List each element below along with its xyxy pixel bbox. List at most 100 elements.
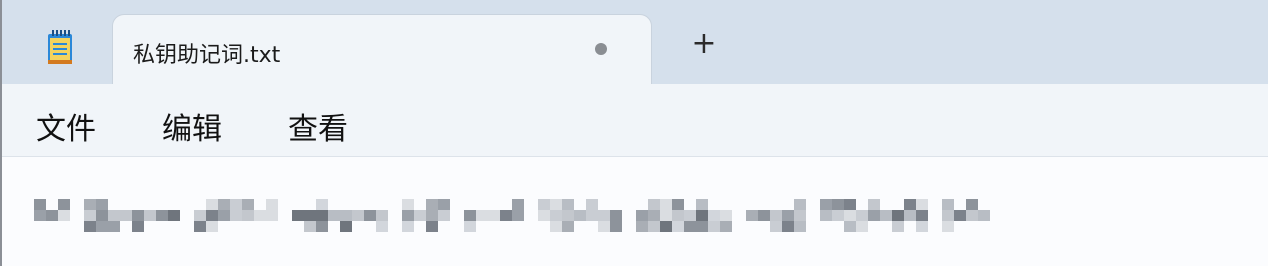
mosaic-pixel <box>46 210 58 221</box>
mosaic-pixel <box>916 199 928 210</box>
mosaic-pixel <box>426 221 438 232</box>
mosaic-pixel <box>108 210 120 221</box>
mosaic-pixel <box>916 221 928 232</box>
mosaic-pixel <box>832 199 844 210</box>
mosaic-pixel <box>488 210 500 221</box>
mosaic-pixel <box>966 199 978 210</box>
mosaic-pixel <box>402 210 414 221</box>
mosaic-pixel <box>954 210 966 221</box>
mosaic-pixel <box>942 221 954 232</box>
mosaic-pixel <box>832 210 844 221</box>
mosaic-pixel <box>782 221 794 232</box>
mosaic-pixel <box>610 221 622 232</box>
mosaic-pixel <box>84 199 96 210</box>
mosaic-pixel <box>132 210 144 221</box>
mosaic-pixel <box>942 199 954 210</box>
mosaic-pixel <box>426 210 438 221</box>
mosaic-pixel <box>562 210 574 221</box>
mosaic-pixel <box>684 210 696 221</box>
mosaic-pixel <box>464 210 476 221</box>
tab-strip: 私钥助记词.txt + <box>2 0 1268 84</box>
mosaic-pixel <box>758 210 770 221</box>
mosaic-pixel <box>856 210 868 221</box>
mosaic-pixel <box>648 221 660 232</box>
mosaic-pixel <box>684 221 696 232</box>
mosaic-pixel <box>550 221 562 232</box>
mosaic-pixel <box>696 199 708 210</box>
mosaic-pixel <box>34 199 46 210</box>
mosaic-pixel <box>868 199 880 210</box>
mosaic-pixel <box>340 221 352 232</box>
text-editor-area[interactable] <box>2 157 1268 266</box>
mosaic-pixel <box>610 210 622 221</box>
mosaic-pixel <box>84 221 96 232</box>
mosaic-pixel <box>978 210 990 221</box>
mosaic-pixel <box>574 210 586 221</box>
notepad-window: 私钥助记词.txt + 文件 编辑 查看 <box>0 0 1268 266</box>
mosaic-pixel <box>820 210 832 221</box>
mosaic-pixel <box>794 199 806 210</box>
mosaic-pixel <box>230 199 242 210</box>
mosaic-pixel <box>206 210 218 221</box>
mosaic-pixel <box>292 210 304 221</box>
mosaic-pixel <box>194 221 206 232</box>
mosaic-pixel <box>586 199 598 210</box>
mosaic-pixel <box>84 210 96 221</box>
mosaic-pixel <box>438 199 450 210</box>
mosaic-pixel <box>672 199 684 210</box>
mosaic-pixel <box>156 210 168 221</box>
mosaic-pixel <box>844 210 856 221</box>
mosaic-pixel <box>438 210 450 221</box>
unsaved-dot-icon[interactable] <box>595 43 607 55</box>
mosaic-pixel <box>648 210 660 221</box>
mosaic-pixel <box>672 210 684 221</box>
mosaic-pixel <box>266 199 278 210</box>
mosaic-pixel <box>820 199 832 210</box>
mosaic-pixel <box>242 210 254 221</box>
mosaic-pixel <box>648 199 660 210</box>
mosaic-pixel <box>316 221 328 232</box>
mosaic-pixel <box>720 221 732 232</box>
mosaic-pixel <box>880 210 892 221</box>
mosaic-pixel <box>328 210 340 221</box>
notepad-app-icon <box>48 30 72 64</box>
mosaic-pixel <box>254 210 266 221</box>
mosaic-pixel <box>696 221 708 232</box>
mosaic-pixel <box>218 210 230 221</box>
mosaic-pixel <box>206 221 218 232</box>
menu-file[interactable]: 文件 <box>36 104 96 148</box>
mosaic-pixel <box>144 210 156 221</box>
mosaic-pixel <box>96 221 108 232</box>
mosaic-pixel <box>168 210 180 221</box>
mosaic-pixel <box>770 221 782 232</box>
mosaic-pixel <box>58 199 70 210</box>
mosaic-pixel <box>132 221 144 232</box>
mosaic-pixel <box>636 210 648 221</box>
tab-document[interactable]: 私钥助记词.txt <box>112 14 652 84</box>
mosaic-pixel <box>672 221 684 232</box>
mosaic-pixel <box>856 221 868 232</box>
mosaic-pixel <box>464 221 476 232</box>
mosaic-pixel <box>364 210 376 221</box>
mosaic-pixel <box>512 199 524 210</box>
mosaic-pixel <box>868 210 880 221</box>
mosaic-pixel <box>242 199 254 210</box>
menu-edit[interactable]: 编辑 <box>162 104 222 148</box>
mosaic-pixel <box>550 199 562 210</box>
mosaic-pixel <box>476 210 488 221</box>
mosaic-pixel <box>218 199 230 210</box>
mosaic-pixel <box>794 210 806 221</box>
mosaic-pixel <box>916 210 928 221</box>
mosaic-pixel <box>550 210 562 221</box>
mosaic-pixel <box>904 210 916 221</box>
mosaic-pixel <box>108 221 120 232</box>
menu-view[interactable]: 查看 <box>288 104 348 148</box>
mosaic-pixel <box>892 221 904 232</box>
mosaic-pixel <box>746 210 758 221</box>
mosaic-pixel <box>782 210 794 221</box>
new-tab-button[interactable]: + <box>686 26 722 62</box>
mosaic-pixel <box>538 199 550 210</box>
mosaic-pixel <box>720 210 732 221</box>
mosaic-pixel <box>562 221 574 232</box>
mosaic-pixel <box>598 221 610 232</box>
